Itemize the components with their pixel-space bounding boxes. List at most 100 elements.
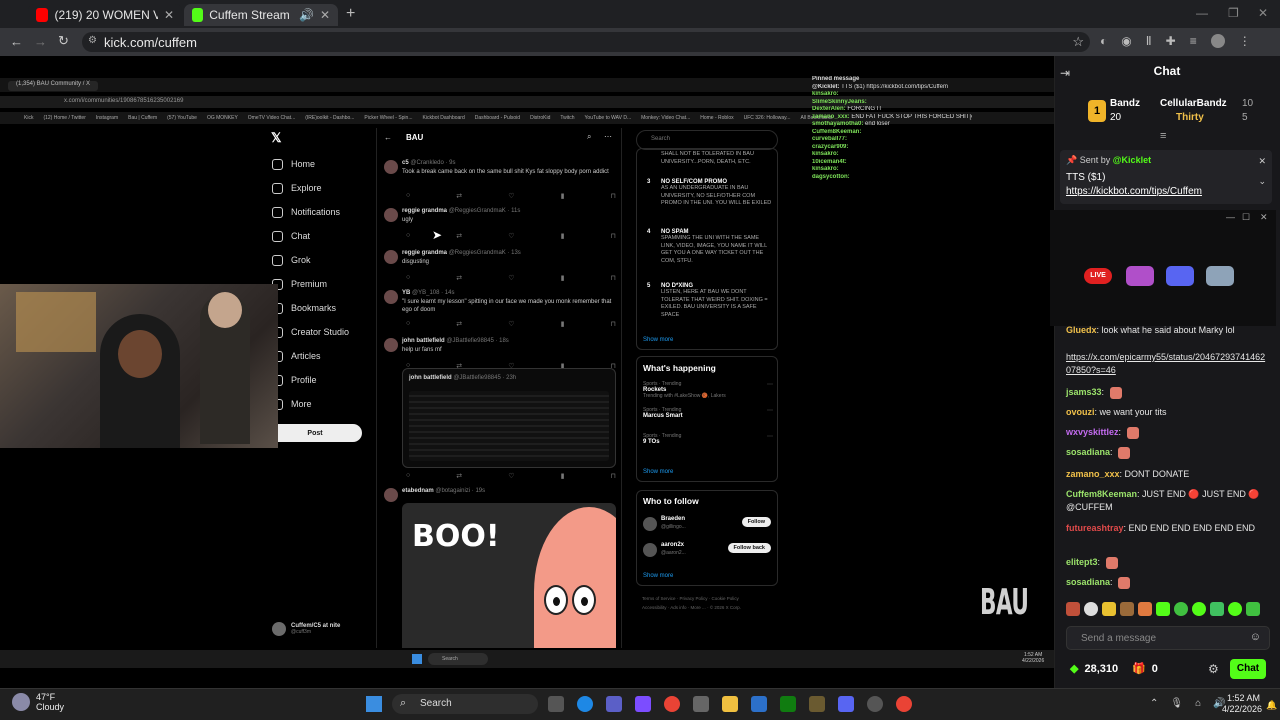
- follow-suggestion[interactable]: aaron2x @aaron2... Follow back: [643, 541, 775, 561]
- footer-link[interactable]: Cookie Policy: [712, 596, 739, 601]
- emote-icon[interactable]: [1174, 602, 1188, 616]
- x-nav-item[interactable]: Bookmarks: [272, 301, 336, 315]
- reply-icon[interactable]: ○: [406, 274, 410, 282]
- emote-icon[interactable]: [1210, 602, 1224, 616]
- x-nav-item[interactable]: Home: [272, 157, 315, 171]
- trend-item[interactable]: Sports · Trending 9 TOs ⋯: [643, 433, 773, 445]
- reply-icon[interactable]: ○: [406, 192, 410, 200]
- app-icon[interactable]: [751, 696, 767, 712]
- like-icon[interactable]: ♡: [508, 472, 514, 480]
- footer-link[interactable]: More ...: [691, 605, 706, 610]
- footer-link[interactable]: Terms of Service: [642, 596, 676, 601]
- chat-username[interactable]: elitept3: [1066, 557, 1098, 567]
- retweet-icon[interactable]: ⇄: [456, 232, 462, 240]
- reply-icon[interactable]: ○: [406, 472, 410, 480]
- emote-icon[interactable]: [1138, 602, 1152, 616]
- views-icon[interactable]: ▮: [561, 320, 565, 328]
- views-icon[interactable]: ▮: [561, 472, 565, 480]
- mic-icon[interactable]: 🎙: [1170, 698, 1183, 709]
- task-view-icon[interactable]: [548, 696, 564, 712]
- edge-icon[interactable]: [577, 696, 593, 712]
- reply-icon[interactable]: ○: [406, 232, 410, 240]
- xbox-icon[interactable]: [780, 696, 796, 712]
- taskbar-clock[interactable]: 1:52 AM 4/22/2026: [1222, 693, 1262, 715]
- minimize-icon[interactable]: —: [1226, 212, 1235, 222]
- chat-input[interactable]: Send a message ☺: [1066, 626, 1270, 650]
- expand-icon[interactable]: ≡: [1160, 130, 1166, 142]
- menu-icon[interactable]: ⋮: [1239, 34, 1251, 48]
- follow-button[interactable]: Follow: [741, 517, 771, 527]
- emote-icon[interactable]: [1066, 602, 1080, 616]
- emote-icon[interactable]: [1120, 602, 1134, 616]
- obs-icon[interactable]: [867, 696, 883, 712]
- reply-icon[interactable]: ○: [406, 320, 410, 328]
- extension-icon[interactable]: Ⅱ: [1146, 34, 1152, 48]
- chrome-icon[interactable]: [664, 696, 680, 712]
- quote-tweet[interactable]: john battlefield @JBattlefie98845 · 23h: [402, 368, 616, 468]
- meme-image[interactable]: BOO!: [402, 503, 616, 648]
- retweet-icon[interactable]: ⇄: [456, 274, 462, 282]
- back-arrow-icon[interactable]: ←: [384, 133, 392, 142]
- tab-kick[interactable]: Cuffem Stream - Watch Live 🔊 ✕: [184, 4, 338, 26]
- follow-button[interactable]: Follow back: [727, 543, 771, 553]
- chevron-down-icon[interactable]: ⌄: [1258, 176, 1266, 187]
- views-icon[interactable]: ▮: [561, 232, 565, 240]
- start-icon[interactable]: [366, 696, 382, 712]
- bookmark-icon[interactable]: ⊓: [611, 232, 616, 240]
- show-more-link[interactable]: Show more: [643, 469, 673, 475]
- like-icon[interactable]: ♡: [508, 274, 514, 282]
- x-nav-item[interactable]: Creator Studio: [272, 325, 349, 339]
- show-more-link[interactable]: Show more: [643, 573, 673, 579]
- app-icon[interactable]: [809, 696, 825, 712]
- taskbar-search[interactable]: ⌕ Search: [392, 694, 538, 714]
- maximize-icon[interactable]: ❐: [1228, 6, 1239, 20]
- gear-icon[interactable]: ⚙: [1208, 662, 1219, 676]
- teams-icon[interactable]: [606, 696, 622, 712]
- trend-item[interactable]: Sports · Trending Rockets Trending with #L…: [643, 381, 773, 399]
- x-nav-item[interactable]: Profile: [272, 373, 317, 387]
- more-icon[interactable]: ⋯: [767, 433, 773, 440]
- minimize-icon[interactable]: —: [1196, 6, 1208, 20]
- more-icon[interactable]: ⋯: [767, 407, 773, 414]
- unpin-icon[interactable]: ✕: [1258, 156, 1266, 167]
- forward-icon[interactable]: →: [34, 34, 47, 49]
- chat-username[interactable]: ovouzi: [1066, 407, 1095, 417]
- notification-bell-icon[interactable]: 🔔: [1266, 700, 1277, 711]
- address-bar[interactable]: ⚙ kick.com/cuffem ☆: [82, 32, 1090, 52]
- chat-username[interactable]: sosadiana: [1066, 447, 1110, 457]
- trend-item[interactable]: Sports · Trending Marcus Smart ⋯: [643, 407, 773, 419]
- bookmark-icon[interactable]: ⊓: [611, 320, 616, 328]
- chat-username[interactable]: Gluedx: [1066, 325, 1097, 335]
- views-icon[interactable]: ▮: [561, 192, 565, 200]
- search-icon[interactable]: ⌕: [587, 132, 591, 142]
- x-nav-item[interactable]: Grok: [272, 253, 311, 267]
- x-account[interactable]: Cuffem/C5 at nite @cuff3m: [272, 622, 340, 636]
- emoji-icon[interactable]: ☺: [1250, 631, 1261, 643]
- discord-icon[interactable]: [838, 696, 854, 712]
- network-icon[interactable]: ⌂: [1195, 698, 1201, 709]
- bookmark-icon[interactable]: ⊓: [611, 192, 616, 200]
- close-icon[interactable]: ✕: [1260, 212, 1268, 223]
- media-icon[interactable]: ≡: [1190, 34, 1197, 48]
- like-icon[interactable]: ♡: [508, 320, 514, 328]
- reload-icon[interactable]: ↻: [58, 33, 69, 49]
- chat-username[interactable]: sosadiana: [1066, 577, 1110, 587]
- retweet-icon[interactable]: ⇄: [456, 320, 462, 328]
- pinned-link[interactable]: https://kickbot.com/tips/Cuffem: [1066, 186, 1202, 197]
- tweet[interactable]: reggie grandma @ReggiesGrandmaK · 11s ugl…: [384, 208, 620, 248]
- x-nav-item[interactable]: Chat: [272, 229, 310, 243]
- store-icon[interactable]: [693, 696, 709, 712]
- new-tab-icon[interactable]: +: [346, 5, 355, 23]
- x-nav-item[interactable]: Explore: [272, 181, 322, 195]
- footer-link[interactable]: Ads info: [670, 605, 686, 610]
- emote-icon[interactable]: [1084, 602, 1098, 616]
- chrome-icon[interactable]: [896, 696, 912, 712]
- chat-link[interactable]: https://x.com/epicarmy55/status/20467293…: [1066, 352, 1265, 375]
- file-explorer-icon[interactable]: [722, 696, 738, 712]
- x-nav-item[interactable]: Articles: [272, 349, 321, 363]
- extension-icon[interactable]: ◐: [1100, 34, 1107, 48]
- speaker-icon[interactable]: 🔊: [299, 8, 314, 22]
- follow-suggestion[interactable]: Braeden @gillingo... Follow: [643, 515, 775, 535]
- puzzle-icon[interactable]: ✚: [1166, 34, 1176, 48]
- like-icon[interactable]: ♡: [508, 192, 514, 200]
